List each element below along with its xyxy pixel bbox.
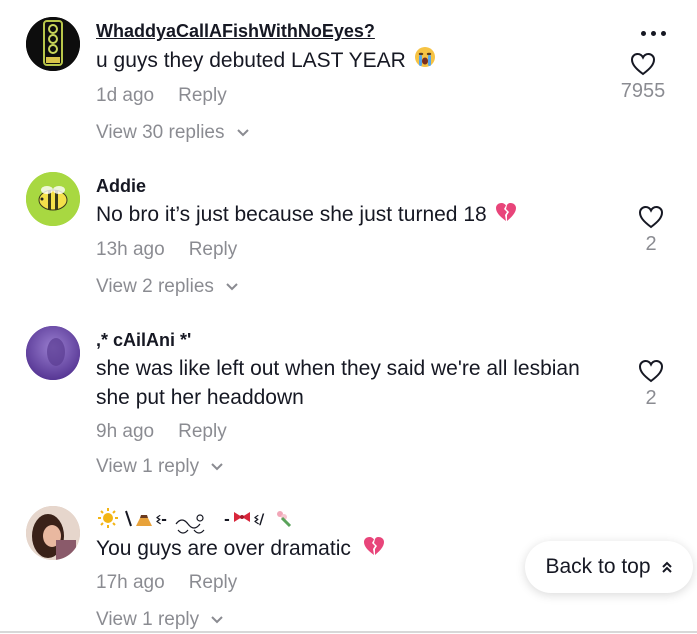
comment-username-decorated[interactable]: ଽ- - ଽ/ — [96, 506, 306, 534]
like-count: 2 — [645, 387, 657, 409]
comment-time: 13h ago — [96, 239, 165, 260]
like-box: 2 — [621, 359, 681, 410]
comment-text: u guys they debuted LAST YEAR — [96, 46, 436, 76]
comment-text-line-1: she was like left out when they said we'… — [96, 357, 580, 380]
reply-button[interactable]: Reply — [189, 239, 238, 260]
more-options-button[interactable] — [639, 26, 669, 42]
view-replies-label: View 1 reply — [96, 609, 200, 630]
comment-text-line-2: she put her headdown — [96, 386, 304, 409]
avatar-image — [26, 326, 80, 380]
avatar-image — [26, 506, 80, 560]
like-count: 2 — [645, 233, 657, 255]
comment-text-content: You guys are over dramatic — [96, 537, 351, 560]
avatar[interactable] — [26, 326, 80, 380]
like-count: 7955 — [620, 80, 666, 102]
decorative-username-emojis: ଽ- - ଽ/ — [98, 508, 292, 534]
comment-username[interactable]: ,* cAilAni *' — [96, 330, 191, 351]
back-to-top-label: Back to top — [545, 555, 651, 578]
avatar-image — [26, 17, 80, 71]
sun-icon — [98, 508, 118, 528]
comment-text-content: u guys they debuted LAST YEAR — [96, 49, 406, 72]
comment-meta: 9h ago Reply — [96, 421, 227, 443]
comment-username[interactable]: Addie — [96, 176, 146, 197]
back-to-top-button[interactable]: Back to top — [525, 541, 693, 593]
view-replies-button[interactable]: View 30 replies — [96, 122, 250, 144]
avatar[interactable] — [26, 506, 80, 560]
chevron-down-icon — [226, 283, 238, 291]
view-replies-label: View 1 reply — [96, 456, 200, 477]
dot-icon — [661, 31, 666, 36]
heart-icon[interactable] — [630, 52, 656, 76]
heart-icon[interactable] — [638, 359, 664, 383]
loudly-crying-emoji-icon — [414, 46, 436, 76]
avatar[interactable] — [26, 172, 80, 226]
ribbon-icon — [234, 512, 250, 522]
reply-button[interactable]: Reply — [178, 85, 227, 106]
bouquet-icon — [277, 511, 292, 528]
heart-icon[interactable] — [638, 205, 664, 229]
view-replies-button[interactable]: View 1 reply — [96, 456, 224, 478]
view-replies-label: View 2 replies — [96, 276, 214, 297]
svg-text:-: - — [224, 512, 230, 528]
comment-text: You guys are over dramatic — [96, 534, 385, 564]
like-box: 2 — [621, 205, 681, 256]
chevron-down-icon — [211, 463, 224, 471]
comment-username[interactable]: WhaddyaCallAFishWithNoEyes? — [96, 21, 375, 42]
chevron-down-icon — [237, 129, 249, 137]
comment-text-content: No bro it’s just because she just turned… — [96, 203, 487, 226]
svg-text:ଽ-: ଽ- — [156, 512, 167, 528]
pudding-icon — [136, 515, 152, 526]
comment-meta: 13h ago Reply — [96, 239, 237, 261]
comment-time: 9h ago — [96, 421, 155, 442]
bee-avatar-image — [26, 172, 80, 226]
view-replies-button[interactable]: View 2 replies — [96, 276, 239, 298]
comment-time: 1d ago — [96, 85, 155, 106]
divider — [0, 631, 697, 633]
comment-meta: 17h ago Reply — [96, 572, 237, 594]
view-replies-label: View 30 replies — [96, 122, 225, 143]
comment-time: 17h ago — [96, 572, 165, 593]
comment-meta: 1d ago Reply — [96, 85, 227, 107]
view-replies-button[interactable]: View 1 reply — [96, 609, 224, 631]
dot-icon — [651, 31, 656, 36]
like-box: 7955 — [603, 52, 683, 103]
broken-heart-icon — [495, 201, 517, 230]
avatar[interactable] — [26, 17, 80, 71]
reply-button[interactable]: Reply — [189, 572, 238, 593]
svg-text:ଽ/: ଽ/ — [254, 512, 265, 528]
double-chevron-up-icon — [661, 561, 672, 573]
broken-heart-icon — [363, 535, 385, 564]
swirl-decoration-icon — [175, 514, 205, 534]
dot-icon — [641, 31, 646, 36]
reply-button[interactable]: Reply — [178, 421, 227, 442]
chevron-down-icon — [211, 616, 224, 624]
comment-text: No bro it’s just because she just turned… — [96, 200, 517, 230]
